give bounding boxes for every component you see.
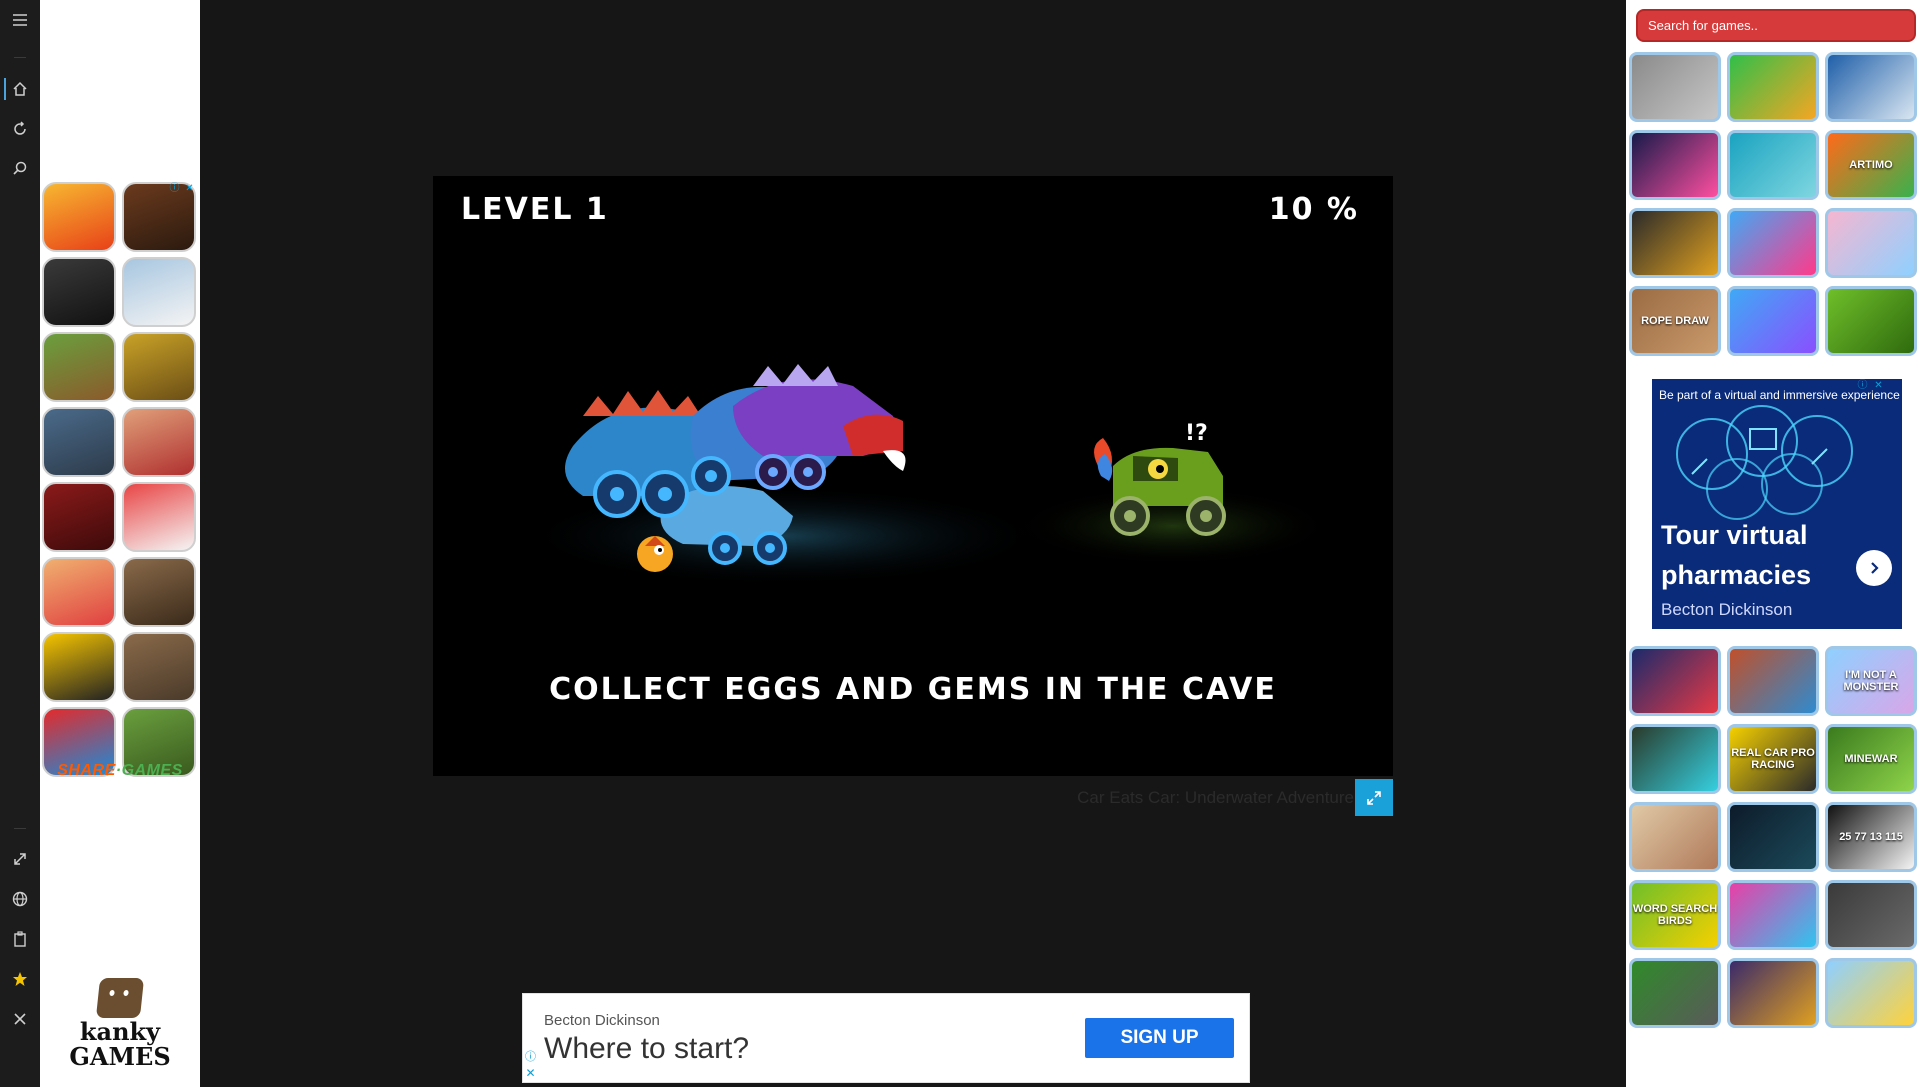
game-thumbnail-label: ROPE DRAW [1641,315,1709,327]
game-thumbnail[interactable] [1727,130,1819,200]
app-ad-tile[interactable] [122,482,196,552]
kanky-games-logo[interactable]: kanky GAMES [40,975,200,1075]
game-thumbnail[interactable] [1629,724,1721,794]
app-ad-tile[interactable] [42,257,116,327]
level-indicator: LEVEL 1 [461,192,609,227]
home-icon[interactable] [6,75,34,103]
game-thumbnail[interactable] [1727,208,1819,278]
clipboard-icon[interactable] [6,925,34,953]
search-icon[interactable] [6,155,34,183]
game-thumbnail[interactable]: ARTIMO [1825,130,1917,200]
game-thumbnail[interactable] [1629,130,1721,200]
game-thumbnail[interactable]: ROPE DRAW [1629,286,1721,356]
fullscreen-icon [1367,790,1381,805]
ad-info-icon[interactable]: ⓘ [524,1050,537,1063]
game-thumbnail[interactable] [1629,52,1721,122]
game-thumbnail[interactable] [1727,958,1819,1028]
game-thumbnail[interactable] [1727,286,1819,356]
main-area: !? LEVEL 1 10 % COLLECT EGGS AND GEMS IN… [200,0,1626,993]
ad-close-icon[interactable]: ✕ [1872,379,1885,392]
logo-text: kanky [79,1017,161,1046]
share-logo-part: GAMES [121,762,183,779]
game-thumbnail[interactable] [1629,802,1721,872]
app-ad-grid [42,182,198,777]
app-ad-tile[interactable] [122,332,196,402]
ad-headline: Tour virtual pharmacies [1661,520,1812,590]
progress-indicator: 10 % [1268,192,1359,227]
game-thumbnail-label: I'M NOT A MONSTER [1843,669,1899,693]
game-thumbnails-bottom: I'M NOT A MONSTER REAL CAR PRO RACING MINE… [1629,646,1917,1028]
banner-headline: Where to start? [544,1032,750,1065]
jeep-alert-text: !? [1185,421,1208,446]
fullscreen-button[interactable] [1355,779,1393,816]
game-thumbnail-label: WORD SEARCH BIRDS [1632,903,1718,927]
app-ad-tile[interactable] [42,557,116,627]
game-thumbnail[interactable]: I'M NOT A MONSTER [1825,646,1917,716]
search-input[interactable] [1636,9,1916,42]
star-icon[interactable] [6,965,34,993]
game-thumbnail[interactable] [1629,958,1721,1028]
game-thumbnail[interactable] [1825,880,1917,950]
game-thumbnail[interactable]: MINEWAR [1825,724,1917,794]
game-thumbnail[interactable]: 25 77 13 115 [1825,802,1917,872]
game-thumbnail[interactable]: WORD SEARCH BIRDS [1629,880,1721,950]
game-thumbnail-label: 25 77 13 115 [1839,831,1903,843]
app-ad-tile[interactable] [122,257,196,327]
game-thumbnail[interactable] [1629,208,1721,278]
game-thumbnails-top: ARTIMO ROPE DRAW [1629,52,1917,356]
game-thumbnail[interactable] [1825,52,1917,122]
ad-advertiser: Becton Dickinson [1661,600,1793,619]
sign-up-button[interactable]: SIGN UP [1085,1018,1234,1058]
rail-divider [14,57,26,58]
game-thumbnail[interactable] [1629,646,1721,716]
rail-divider [14,828,26,829]
globe-icon[interactable] [6,885,34,913]
left-ad-column: ⓘ ✕ SHARE·GAMES [40,0,200,1087]
logo-text: GAMES [69,1042,171,1071]
logo-character-icon [95,978,145,1018]
app-ad-tile[interactable] [42,632,116,702]
game-thumbnail-label: REAL CAR PRO RACING [1731,747,1815,771]
game-thumbnail[interactable] [1825,208,1917,278]
game-thumbnail-label: ARTIMO [1849,159,1893,171]
expand-icon[interactable] [6,845,34,873]
share-logo-part: SHARE [57,762,116,779]
game-thumbnail-label: MINEWAR [1844,753,1898,765]
bottom-banner-ad[interactable]: Becton Dickinson Where to start? SIGN UP… [522,993,1250,1083]
game-thumbnail[interactable] [1727,52,1819,122]
app-ad-tile[interactable] [42,332,116,402]
refresh-icon[interactable] [6,115,34,143]
ad-choices: ⓘ ✕ [168,182,198,196]
game-thumbnail[interactable] [1727,646,1819,716]
game-title: Car Eats Car: Underwater Adventure [1077,788,1354,807]
game-thumbnail[interactable] [1825,286,1917,356]
game-canvas[interactable]: !? LEVEL 1 10 % COLLECT EGGS AND GEMS IN… [433,176,1393,776]
game-thumbnail[interactable] [1727,880,1819,950]
banner-advertiser: Becton Dickinson [544,1012,660,1029]
right-panel: ARTIMO ROPE DRAW Be part of a virtual and… [1626,0,1926,1087]
app-ad-tile[interactable] [42,182,116,252]
game-message: COLLECT EGGS AND GEMS IN THE CAVE [549,672,1277,707]
game-thumbnail[interactable]: REAL CAR PRO RACING [1727,724,1819,794]
ad-choices: ⓘ ✕ [1856,379,1885,392]
ad-close-icon[interactable]: ✕ [524,1067,537,1080]
game-thumbnail[interactable] [1727,802,1819,872]
right-display-ad[interactable]: Be part of a virtual and immersive exper… [1652,379,1902,629]
left-icon-rail [0,0,40,1087]
close-icon[interactable] [6,1005,34,1033]
menu-icon[interactable] [6,6,34,34]
ad-info-icon[interactable]: ⓘ [1856,379,1869,392]
game-thumbnail[interactable] [1825,958,1917,1028]
ad-info-icon[interactable]: ⓘ [168,182,181,195]
app-ad-tile[interactable] [122,632,196,702]
app-ad-tile[interactable] [42,407,116,477]
ad-next-icon[interactable] [1856,550,1892,586]
ad-close-icon[interactable]: ✕ [183,182,196,195]
share-games-logo[interactable]: SHARE·GAMES [40,762,200,780]
app-ad-tile[interactable] [122,407,196,477]
app-ad-tile[interactable] [42,482,116,552]
app-ad-tile[interactable] [122,557,196,627]
